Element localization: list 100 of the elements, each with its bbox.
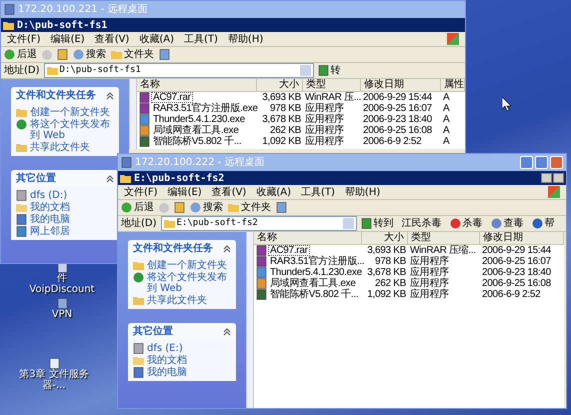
panel-link[interactable]: 创建一个新文件夹 xyxy=(147,260,227,271)
table-cell-text: 2006-9-25 16:08 xyxy=(362,125,433,136)
menu-item[interactable]: 文件(F) xyxy=(7,32,41,46)
column-header[interactable]: 大小 xyxy=(257,79,303,91)
table-cell-text: 262 KB xyxy=(268,125,302,136)
file-name[interactable]: RAR3.51官方注册版.exe xyxy=(151,103,260,114)
minimize-button[interactable] xyxy=(541,173,552,183)
column-header[interactable]: 类型 xyxy=(408,232,480,244)
desktop-icon-label[interactable]: VPN xyxy=(26,309,98,320)
address-label: 地址(D) xyxy=(121,216,157,231)
panel-header[interactable]: 其它位置 xyxy=(128,323,236,340)
close-button[interactable] xyxy=(550,156,563,169)
folder-icon xyxy=(133,260,144,271)
menu-item[interactable]: 收藏(A) xyxy=(139,32,174,46)
table-cell-text: 2006-9-23 18:40 xyxy=(481,267,552,278)
table-cell-text: 3,693 KB xyxy=(261,92,302,103)
file-name[interactable]: AC97.rar xyxy=(268,245,310,256)
folder-icon xyxy=(111,49,122,60)
panel-header[interactable]: 其它位置 xyxy=(11,170,119,187)
panel-header[interactable]: 文件和文件夹任务 xyxy=(128,240,236,257)
address-label: 地址(D) xyxy=(4,64,40,78)
table-cell-text: 2006-9-23 18:40 xyxy=(362,114,433,125)
address-field[interactable]: D:\pub-soft-fs1 xyxy=(44,63,314,78)
panel-link[interactable]: 将这个文件夹发布到 Web xyxy=(147,272,231,294)
toolbar-button[interactable]: 杀毒 xyxy=(450,216,483,231)
menu-item[interactable]: 帮助(H) xyxy=(344,184,380,200)
folder-icon xyxy=(16,107,27,118)
search-button[interactable]: 搜索 xyxy=(73,47,106,62)
table-cell-text: A xyxy=(442,103,450,114)
file-name[interactable]: RAR3.51官方注册版... xyxy=(268,256,366,267)
menu-item[interactable]: 文件(F) xyxy=(124,184,158,200)
panel-link[interactable]: dfs (E:) xyxy=(147,343,183,354)
panel-title: 文件和文件夹任务 xyxy=(133,242,213,256)
menu-item[interactable]: 帮助(H) xyxy=(228,32,264,46)
file-name[interactable]: 局域网查看工具.exe xyxy=(268,278,358,289)
scrollbar[interactable] xyxy=(129,79,137,149)
panel-link[interactable]: 我的电脑 xyxy=(30,214,70,225)
address-field[interactable]: E:\pub-soft-fs2 xyxy=(160,216,357,231)
table-cell-text: WinRAR 压... xyxy=(304,92,361,103)
menu-item[interactable]: 编辑(E) xyxy=(168,184,202,200)
menu-item[interactable]: 查看(V) xyxy=(94,32,130,46)
table-cell-text: 2006-9-25 16:07 xyxy=(362,103,433,114)
panel-title: 其它位置 xyxy=(133,324,173,339)
folders-button[interactable]: 文件夹 xyxy=(228,200,271,215)
column-header[interactable]: 名称 xyxy=(137,79,257,91)
file-name[interactable]: Thunder5.4.1.230.exe xyxy=(151,114,247,125)
file-name[interactable]: Thunder5.4.1.230.exe xyxy=(268,267,364,278)
table-cell-text: A xyxy=(442,125,450,136)
panel-link[interactable]: 我的文档 xyxy=(147,355,187,366)
desktop-icon-label[interactable]: 件 VoipDiscount xyxy=(26,273,98,295)
table-cell-text: 2006-9-25 16:07 xyxy=(481,256,552,267)
column-header[interactable]: 属性 xyxy=(441,79,465,91)
collapse-icon[interactable] xyxy=(106,174,114,182)
column-header[interactable]: 名称 xyxy=(254,232,362,244)
column-header[interactable]: 修改日期 xyxy=(361,79,441,91)
scrollbar[interactable] xyxy=(246,232,254,408)
table-cell-text: 262 KB xyxy=(374,278,407,289)
table-cell-text: WinRAR 压缩... xyxy=(409,245,477,256)
toolbar-button[interactable]: 查毒 xyxy=(490,216,524,231)
search-button[interactable]: 搜索 xyxy=(190,200,223,215)
window-title: 172.20.100.222 - 远程桌面 xyxy=(135,156,264,170)
go-button[interactable]: 转到 xyxy=(360,216,394,231)
file-name[interactable]: 局域网查看工具.exe xyxy=(151,125,241,136)
column-header[interactable]: 大小 xyxy=(362,232,408,244)
go-button[interactable]: 转 xyxy=(318,63,341,78)
column-header[interactable]: 修改日期 xyxy=(480,232,564,244)
panel-link[interactable]: dfs (D:) xyxy=(30,190,68,201)
file-name[interactable]: AC97.rar xyxy=(151,92,193,103)
table-cell-text: 978 KB xyxy=(268,103,302,114)
folders-button[interactable]: 文件夹 xyxy=(111,47,154,62)
panel-link[interactable]: 创建一个新文件夹 xyxy=(30,107,110,118)
panel-link[interactable]: 我的文档 xyxy=(30,202,70,213)
table-cell-text: 2006-9-25 16:08 xyxy=(481,278,552,289)
toolbar-button[interactable]: 江民杀毒 xyxy=(402,216,442,231)
panel-link[interactable]: 将这个文件夹发布到 Web xyxy=(30,119,114,141)
menu-item[interactable]: 编辑(E) xyxy=(50,32,85,46)
column-header[interactable]: 类型 xyxy=(303,79,361,91)
table-cell-text: 3,678 KB xyxy=(261,114,302,125)
toolbar-button[interactable]: 帮 xyxy=(532,216,555,231)
panel-link[interactable]: 共享此文件夹 xyxy=(147,295,207,306)
maximize-button[interactable] xyxy=(553,173,564,183)
panel-link[interactable]: 网上邻居 xyxy=(30,226,70,237)
collapse-icon[interactable] xyxy=(223,244,231,252)
folder-icon xyxy=(46,65,58,76)
panel-header[interactable]: 文件和文件夹任务 xyxy=(11,87,119,104)
address-value: E:\pub-soft-fs2 xyxy=(176,216,258,230)
collapse-icon[interactable] xyxy=(106,92,114,100)
collapse-icon[interactable] xyxy=(223,328,231,336)
file-name[interactable]: 智能陈桥V5.802 千... xyxy=(151,136,244,147)
panel-link[interactable]: 我的电脑 xyxy=(147,367,187,378)
menu-item[interactable]: 查看(V) xyxy=(212,184,246,200)
table-cell-text: A xyxy=(442,136,450,147)
panel-link[interactable]: 共享此文件夹 xyxy=(30,142,90,153)
back-button[interactable]: 后退 xyxy=(121,200,154,215)
file-name[interactable]: 智能陈桥V5.802 千... xyxy=(268,289,360,300)
menu-item[interactable]: 收藏(A) xyxy=(256,184,291,200)
desktop-icon-label[interactable]: 第3章 文件服务器-... xyxy=(18,369,90,391)
menu-item[interactable]: 工具(T) xyxy=(184,32,218,46)
back-button[interactable]: 后退 xyxy=(4,47,37,62)
menu-item[interactable]: 工具(T) xyxy=(301,184,335,200)
